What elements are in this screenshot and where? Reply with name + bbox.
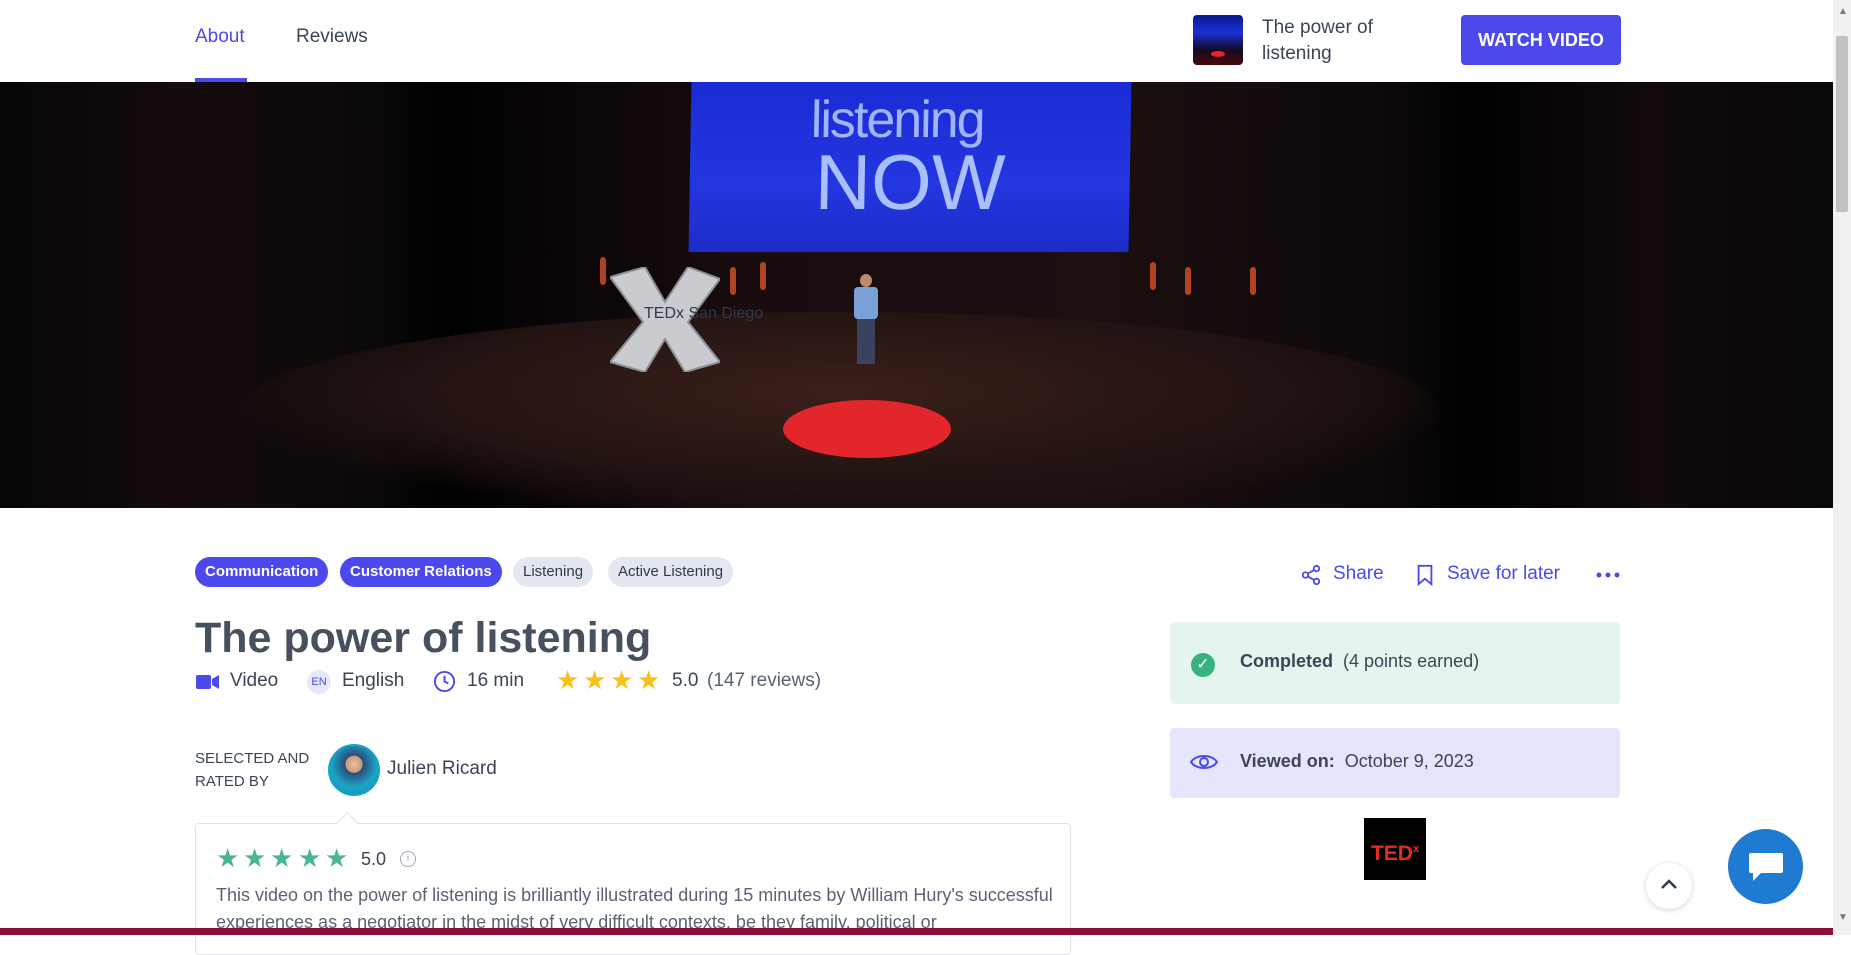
video-camera-icon [196, 675, 219, 689]
tag-active-listening[interactable]: Active Listening [608, 557, 734, 587]
share-label: Share [1333, 563, 1384, 584]
star-icon: ★ [556, 665, 580, 695]
check-circle-icon: ✓ [1191, 653, 1215, 677]
stage-logo-text: TEDx San Diego [644, 305, 764, 322]
content-language: English [342, 670, 405, 691]
tab-reviews[interactable]: Reviews [296, 26, 368, 48]
info-icon[interactable]: i [400, 851, 416, 867]
star-icon: ★ [243, 843, 267, 873]
red-carpet-circle [783, 400, 951, 458]
viewed-label: Viewed on: [1240, 751, 1335, 771]
speaker-figure [850, 274, 882, 374]
share-icon [1301, 564, 1321, 586]
page-scrollbar[interactable]: ▲ ▼ [1833, 0, 1851, 935]
tedx-provider-logo[interactable]: TEDx [1364, 818, 1426, 880]
chevron-up-icon [1661, 879, 1677, 889]
star-icon: ★ [270, 843, 294, 873]
curator-review-score: 5.0 [361, 849, 387, 869]
tag-listening[interactable]: Listening [513, 557, 594, 587]
bookmark-icon [1417, 564, 1433, 586]
watch-video-button[interactable]: WATCH VIDEO [1461, 15, 1621, 65]
avatar[interactable] [328, 744, 380, 796]
scroll-to-top-button[interactable] [1646, 863, 1692, 909]
video-thumbnail[interactable] [1193, 15, 1243, 65]
viewed-date: October 9, 2023 [1344, 751, 1474, 771]
reviews-count[interactable]: (147 reviews) [707, 670, 821, 692]
top-navbar: About Reviews The power of listening WAT… [0, 0, 1833, 83]
scroll-down-arrow-icon[interactable]: ▼ [1838, 912, 1848, 923]
eye-icon [1190, 755, 1218, 769]
star-icon: ★ [325, 843, 349, 873]
rating-score: 5.0 [672, 670, 699, 691]
page-title: The power of listening [195, 614, 652, 662]
bottom-bar [0, 928, 1833, 935]
star-icon: ★ [298, 843, 322, 873]
completed-points: (4 points earned) [1343, 651, 1480, 671]
scroll-up-arrow-icon[interactable]: ▲ [1838, 6, 1848, 17]
content-duration: 16 min [467, 670, 525, 691]
mini-video-title: The power of listening [1262, 17, 1373, 64]
save-label: Save for later [1447, 563, 1560, 584]
screen-text-line2: NOW [813, 138, 1007, 226]
clock-icon [433, 670, 456, 693]
chat-button[interactable] [1728, 829, 1803, 904]
tag-customer-relations[interactable]: Customer Relations [340, 557, 502, 587]
curator-name[interactable]: Julien Ricard [387, 758, 497, 780]
scrollbar-thumb[interactable] [1836, 36, 1848, 212]
stage-screen: listening NOW [688, 82, 1132, 252]
completed-label: Completed [1240, 651, 1334, 671]
language-code-badge: EN [307, 670, 331, 694]
star-icon: ★ [610, 665, 634, 695]
tag-communication[interactable]: Communication [195, 557, 329, 587]
star-icon: ★ [637, 665, 661, 695]
content-type: Video [230, 670, 279, 691]
curator-label: SELECTED AND RATED BY [195, 750, 310, 790]
chat-bubble-icon [1749, 853, 1783, 881]
tab-about[interactable]: About [195, 26, 245, 48]
star-icon: ★ [216, 843, 240, 873]
more-horizontal-icon[interactable] [1596, 571, 1620, 579]
hero-video-still[interactable]: listening NOW TEDx San Diego [0, 82, 1833, 508]
star-icon: ★ [583, 665, 607, 695]
